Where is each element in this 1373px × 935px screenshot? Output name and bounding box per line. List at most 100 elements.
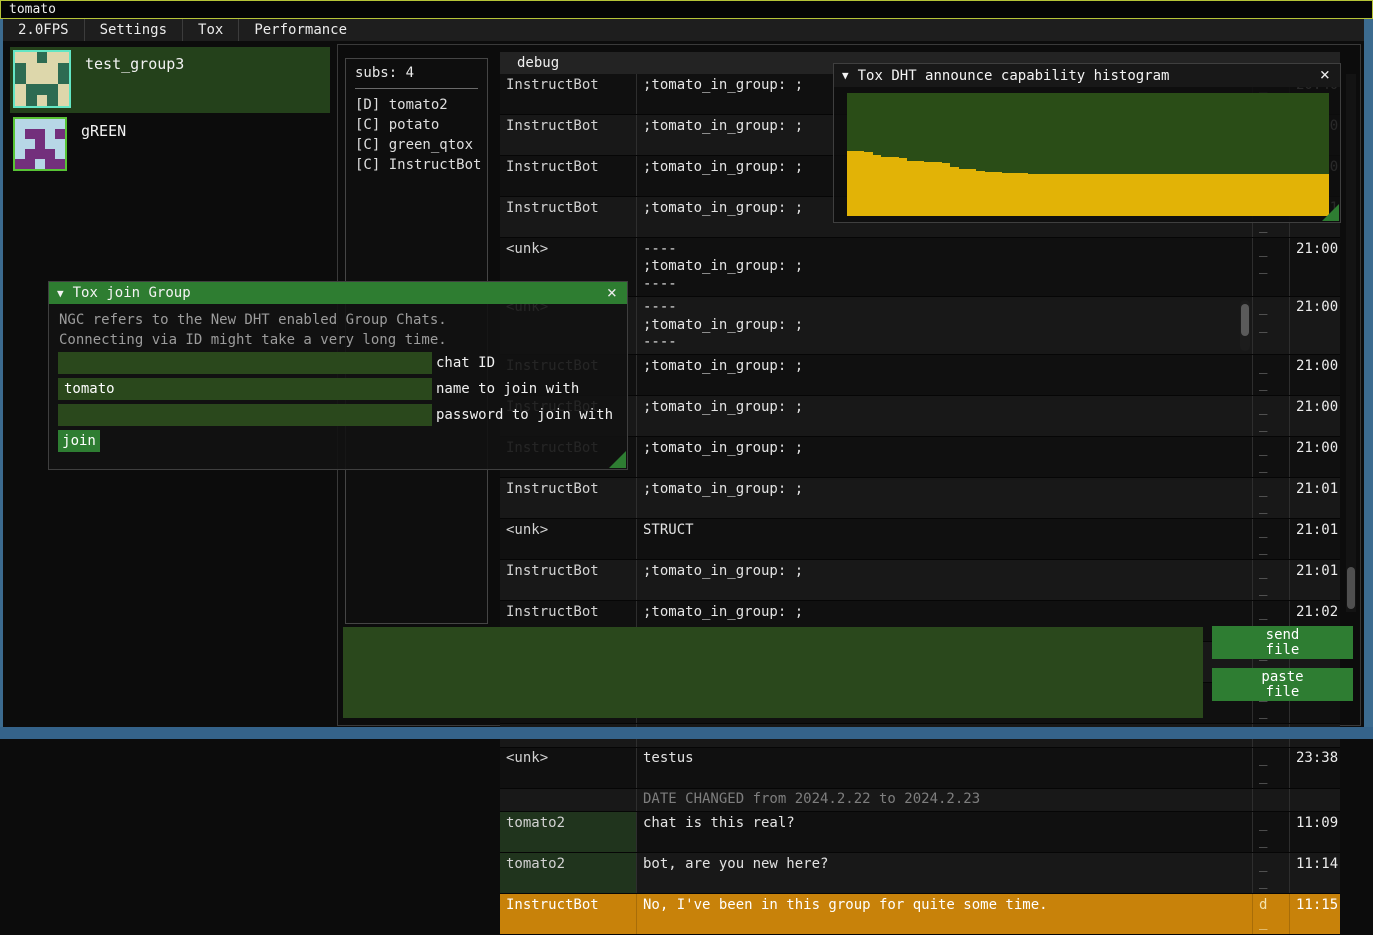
sender-name: InstructBot bbox=[500, 560, 637, 600]
sender-name: InstructBot bbox=[500, 156, 637, 196]
paste-file-button[interactable]: paste file bbox=[1212, 668, 1353, 701]
chat-scrollbar-thumb[interactable] bbox=[1347, 567, 1355, 609]
timestamp: 11:09 bbox=[1290, 812, 1340, 852]
chat-id-label: chat ID bbox=[436, 355, 495, 371]
message-text: ;tomato_in_group: ; bbox=[637, 355, 1253, 395]
delivery-indicator: _ _ bbox=[1253, 519, 1290, 559]
message-text: ;tomato_in_group: ; bbox=[637, 437, 1253, 477]
delivery-indicator: _ _ bbox=[1253, 560, 1290, 600]
collapse-arrow-icon[interactable]: ▼ bbox=[57, 287, 64, 300]
group-name: gREEN bbox=[81, 122, 126, 140]
delivery-indicator: _ _ bbox=[1253, 812, 1290, 852]
menu-item[interactable]: 2.0FPS bbox=[3, 19, 85, 41]
menu-item[interactable]: Tox bbox=[183, 19, 239, 41]
histogram-window-titlebar[interactable]: ▼ Tox DHT announce capability histogram … bbox=[834, 64, 1340, 87]
group-avatar bbox=[13, 50, 71, 108]
delivery-indicator: _ _ bbox=[1253, 748, 1290, 788]
member-list: [D] tomato2 [C] potato [C] green_qtox [C… bbox=[355, 95, 478, 175]
message-text: ;tomato_in_group: ; bbox=[637, 396, 1253, 436]
collapse-arrow-icon[interactable]: ▼ bbox=[842, 69, 849, 82]
delivery-indicator bbox=[1253, 789, 1290, 812]
wm-border-bottom bbox=[0, 727, 1373, 739]
message-text: No, I've been in this group for quite so… bbox=[637, 894, 1253, 934]
chat-row[interactable]: <unk> testus _ _ 23:38 bbox=[500, 748, 1340, 789]
join-password-label: password to join with bbox=[436, 407, 613, 423]
separator bbox=[355, 88, 478, 89]
send-file-button[interactable]: send file bbox=[1212, 626, 1353, 659]
message-text: chat is this real? bbox=[637, 812, 1253, 852]
message-text: bot, are you new here? bbox=[637, 853, 1253, 893]
timestamp bbox=[1290, 789, 1340, 812]
message-text: ---- ;tomato_in_group: ; ---- bbox=[637, 297, 1253, 355]
dht-histogram-window: ▼ Tox DHT announce capability histogram … bbox=[833, 63, 1341, 223]
message-text: ;tomato_in_group: ; bbox=[637, 478, 1253, 518]
join-dialog-title: Tox join Group bbox=[73, 285, 191, 301]
timestamp: 21:00 bbox=[1290, 297, 1340, 355]
join-password-input[interactable] bbox=[58, 404, 432, 426]
chat-row[interactable]: InstructBot ;tomato_in_group: ; _ _ 21:0… bbox=[500, 560, 1340, 601]
message-text: ---- ;tomato_in_group: ; ---- bbox=[637, 238, 1253, 296]
menu-item[interactable]: Settings bbox=[85, 19, 183, 41]
chat-row[interactable]: InstructBot No, I've been in this group … bbox=[500, 894, 1340, 935]
tab-debug[interactable]: debug bbox=[500, 55, 576, 71]
message-scrollbar[interactable] bbox=[1240, 300, 1250, 352]
ngc-description-line1: NGC refers to the New DHT enabled Group … bbox=[59, 312, 447, 328]
delivery-indicator: _ _ bbox=[1253, 297, 1290, 355]
timestamp: 21:01 bbox=[1290, 519, 1340, 559]
resize-grip[interactable] bbox=[609, 451, 626, 468]
chat-row[interactable]: DATE CHANGED from 2024.2.22 to 2024.2.23 bbox=[500, 789, 1340, 813]
delivery-indicator: d _ bbox=[1253, 894, 1290, 934]
delivery-indicator: _ _ bbox=[1253, 853, 1290, 893]
member-item[interactable]: [C] InstructBot bbox=[355, 155, 478, 175]
delivery-indicator: _ _ bbox=[1253, 396, 1290, 436]
join-name-label: name to join with bbox=[436, 381, 579, 397]
close-icon[interactable]: × bbox=[605, 285, 619, 302]
wm-border-left bbox=[0, 19, 3, 727]
member-item[interactable]: [D] tomato2 bbox=[355, 95, 478, 115]
join-dialog-titlebar[interactable]: ▼ Tox join Group × bbox=[49, 282, 627, 304]
chat-row[interactable]: InstructBot ;tomato_in_group: ; _ _ 21:0… bbox=[500, 478, 1340, 519]
chat-id-input[interactable] bbox=[58, 352, 432, 374]
join-button[interactable]: join bbox=[58, 430, 100, 452]
sidebar-item-test-group3[interactable]: test_group3 bbox=[10, 47, 330, 113]
sender-name: InstructBot bbox=[500, 894, 637, 934]
message-text: DATE CHANGED from 2024.2.22 to 2024.2.23 bbox=[637, 789, 1253, 812]
sender-name: tomato2 bbox=[500, 853, 637, 893]
message-scrollbar-thumb[interactable] bbox=[1241, 304, 1249, 336]
sender-name: InstructBot bbox=[500, 197, 637, 237]
message-text: testus bbox=[637, 748, 1253, 788]
sender-name: InstructBot bbox=[500, 74, 637, 114]
window-title: tomato bbox=[9, 2, 56, 17]
join-name-input[interactable] bbox=[58, 378, 432, 400]
timestamp: 21:01 bbox=[1290, 560, 1340, 600]
message-text: ;tomato_in_group: ; bbox=[637, 560, 1253, 600]
chat-row[interactable]: tomato2 chat is this real? _ _ 11:09 bbox=[500, 812, 1340, 853]
resize-grip[interactable] bbox=[1322, 204, 1339, 221]
delivery-indicator: _ _ bbox=[1253, 437, 1290, 477]
timestamp: 21:00 bbox=[1290, 238, 1340, 296]
member-item[interactable]: [C] green_qtox bbox=[355, 135, 478, 155]
chat-row[interactable]: tomato2 bot, are you new here? _ _ 11:14 bbox=[500, 853, 1340, 894]
delivery-indicator: _ _ bbox=[1253, 355, 1290, 395]
wm-border-right bbox=[1364, 19, 1373, 727]
window-titlebar[interactable]: tomato bbox=[0, 0, 1373, 19]
sender-name bbox=[500, 789, 637, 812]
sender-name: InstructBot bbox=[500, 478, 637, 518]
message-input[interactable] bbox=[343, 627, 1203, 718]
delivery-indicator: _ _ bbox=[1253, 238, 1290, 296]
menubar: 2.0FPS Settings Tox Performance bbox=[3, 19, 1364, 41]
menu-item[interactable]: Performance bbox=[239, 19, 362, 41]
timestamp: 11:15 bbox=[1290, 894, 1340, 934]
timestamp: 23:38 bbox=[1290, 748, 1340, 788]
close-icon[interactable]: × bbox=[1318, 67, 1332, 84]
histogram-window-title: Tox DHT announce capability histogram bbox=[858, 68, 1170, 84]
chat-scrollbar[interactable] bbox=[1346, 74, 1356, 612]
sidebar-item-green[interactable]: gREEN bbox=[10, 114, 330, 174]
delivery-indicator: _ _ bbox=[1253, 478, 1290, 518]
sender-name: <unk> bbox=[500, 519, 637, 559]
member-item[interactable]: [C] potato bbox=[355, 115, 478, 135]
timestamp: 21:01 bbox=[1290, 478, 1340, 518]
chat-row[interactable]: <unk> STRUCT _ _ 21:01 bbox=[500, 519, 1340, 560]
group-avatar bbox=[13, 117, 67, 171]
sender-name: <unk> bbox=[500, 748, 637, 788]
